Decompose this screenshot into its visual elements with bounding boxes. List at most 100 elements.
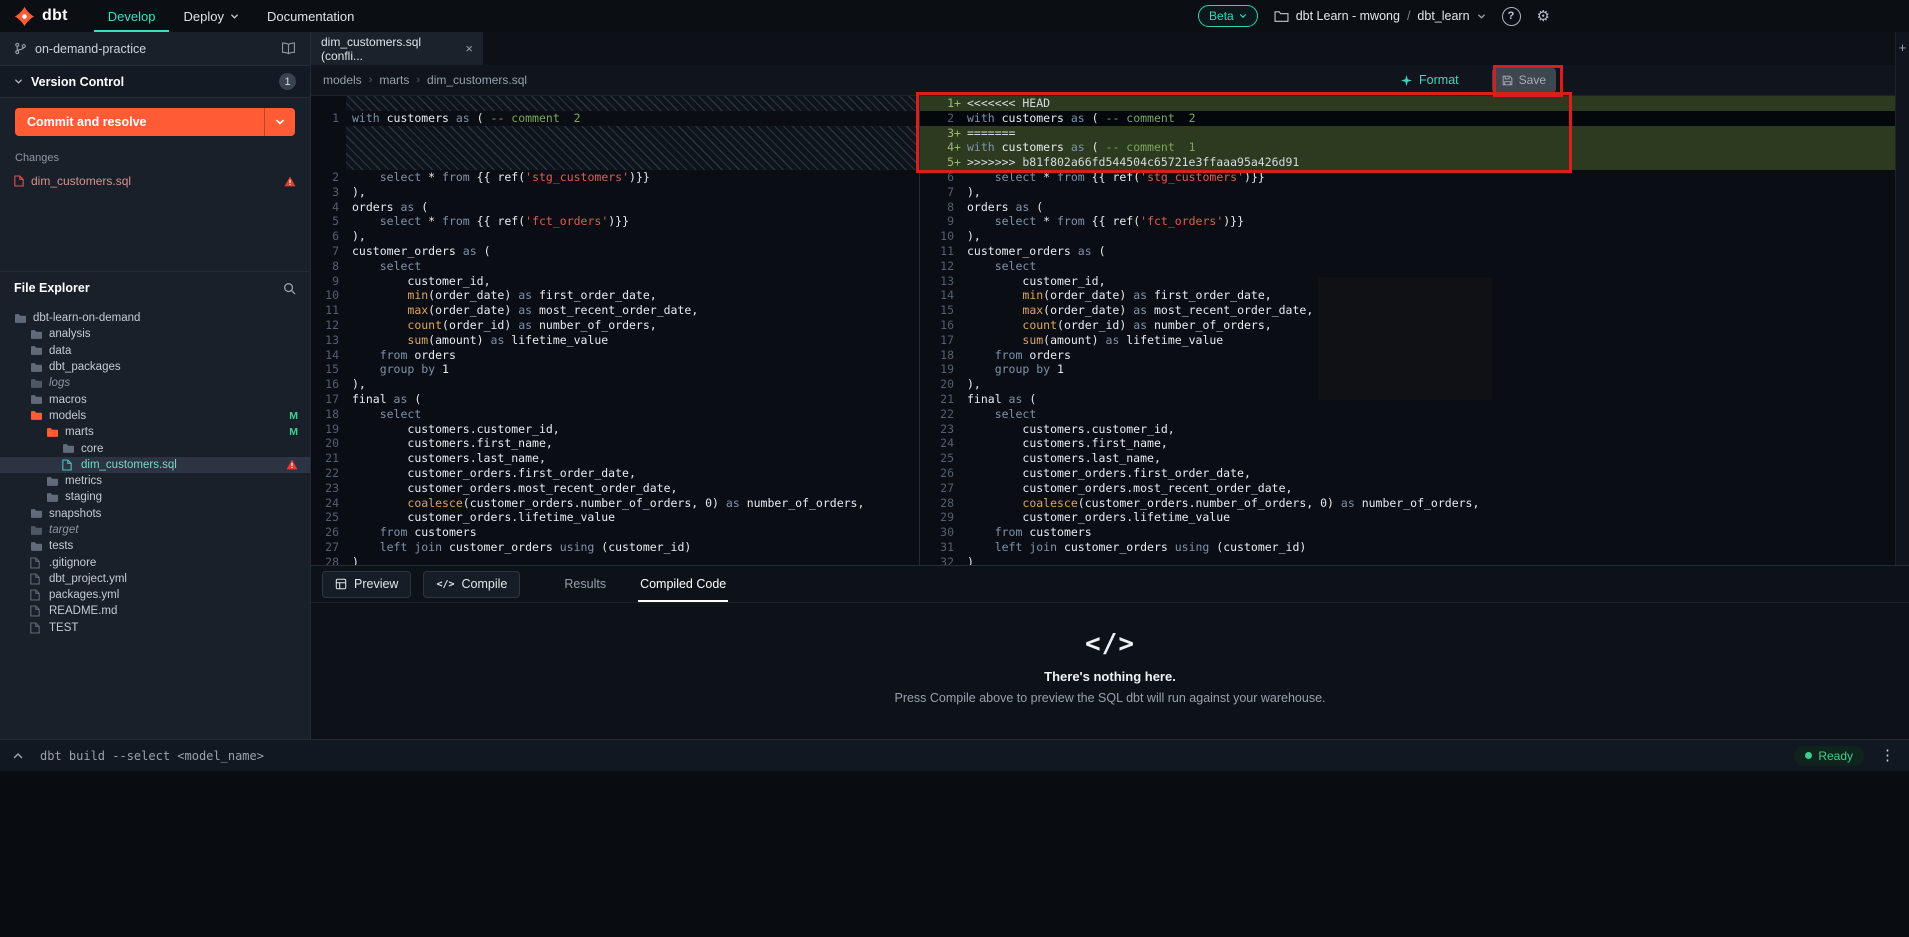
gear-icon[interactable]: ⚙ <box>1537 9 1550 24</box>
code-line[interactable]: 7customer_orders as ( <box>311 244 919 259</box>
git-branch-selector[interactable]: on-demand-practice <box>0 32 310 66</box>
nav-item-documentation[interactable]: Documentation <box>253 0 368 32</box>
code-line[interactable]: 4+with customers as ( -- comment 1 <box>920 140 1895 155</box>
dbt-logo[interactable]: dbt <box>14 6 68 27</box>
code-line[interactable]: 26 customer_orders.first_order_date, <box>920 466 1895 481</box>
tree-item-dbt_project.yml[interactable]: dbt_project.yml <box>0 571 310 587</box>
code-line[interactable]: 12 select <box>920 259 1895 274</box>
tree-item-target[interactable]: target <box>0 522 310 538</box>
code-line[interactable]: 17final as ( <box>311 392 919 407</box>
code-line[interactable]: 21 customers.last_name, <box>311 451 919 466</box>
code-line[interactable]: 24 customers.first_name, <box>920 436 1895 451</box>
tree-item-analysis[interactable]: analysis <box>0 326 310 342</box>
code-line[interactable]: 13 sum(amount) as lifetime_value <box>311 333 919 348</box>
tree-item-core[interactable]: core <box>0 440 310 456</box>
code-line[interactable]: 28) <box>311 555 919 565</box>
tree-item-models[interactable]: modelsM <box>0 408 310 424</box>
tree-item-marts[interactable]: martsM <box>0 424 310 440</box>
nav-item-develop[interactable]: Develop <box>94 0 170 32</box>
code-line[interactable]: 32) <box>920 555 1895 565</box>
tree-item-TEST[interactable]: TEST <box>0 620 310 636</box>
search-icon[interactable] <box>283 282 296 295</box>
command-input[interactable] <box>38 748 742 764</box>
code-line[interactable]: 1+<<<<<<< HEAD <box>920 96 1895 111</box>
code-line[interactable]: 28 coalesce(customer_orders.number_of_or… <box>920 496 1895 511</box>
changed-file-row[interactable]: dim_customers.sql <box>0 170 310 192</box>
left-code-pane[interactable]: 1with customers as ( -- comment 2 2 selec… <box>311 96 920 565</box>
code-line[interactable]: 27 customer_orders.most_recent_order_dat… <box>920 481 1895 496</box>
breadcrumb-file[interactable]: dim_customers.sql <box>427 73 527 87</box>
tree-item-.gitignore[interactable]: .gitignore <box>0 554 310 570</box>
tree-item-tests[interactable]: tests <box>0 538 310 554</box>
code-line[interactable]: 27 left join customer_orders using (cust… <box>311 540 919 555</box>
code-line[interactable]: 8 select <box>311 259 919 274</box>
format-button[interactable]: Format <box>1400 73 1459 87</box>
code-line[interactable]: 2 select * from {{ ref('stg_customers')}… <box>311 170 919 185</box>
code-line[interactable]: 3), <box>311 185 919 200</box>
breadcrumb-models[interactable]: models <box>323 73 362 87</box>
code-line[interactable]: 11customer_orders as ( <box>920 244 1895 259</box>
code-line[interactable]: 23 customer_orders.most_recent_order_dat… <box>311 481 919 496</box>
code-line[interactable]: 1with customers as ( -- comment 2 <box>311 111 919 126</box>
code-line[interactable]: 8orders as ( <box>920 200 1895 215</box>
code-line[interactable]: 6 select * from {{ ref('stg_customers')}… <box>920 170 1895 185</box>
code-line[interactable]: 22 select <box>920 407 1895 422</box>
code-line[interactable]: 25 customers.last_name, <box>920 451 1895 466</box>
breadcrumb-marts[interactable]: marts <box>379 73 409 87</box>
code-line[interactable]: 5+>>>>>>> b81f802a66fd544504c65721e3ffaa… <box>920 155 1895 170</box>
tree-item-packages.yml[interactable]: packages.yml <box>0 587 310 603</box>
code-line[interactable]: 19 customers.customer_id, <box>311 422 919 437</box>
code-line[interactable]: 31 left join customer_orders using (cust… <box>920 540 1895 555</box>
chevron-up-icon[interactable] <box>12 750 24 762</box>
code-line[interactable]: 18 select <box>311 407 919 422</box>
plus-icon[interactable]: + <box>1896 41 1909 54</box>
save-button[interactable]: Save <box>1492 68 1556 93</box>
code-line[interactable]: 22 customer_orders.first_order_date, <box>311 466 919 481</box>
tree-item-logs[interactable]: logs <box>0 375 310 391</box>
beta-badge[interactable]: Beta <box>1198 5 1258 27</box>
code-line[interactable]: 26 from customers <box>311 525 919 540</box>
tab-compiled-code[interactable]: Compiled Code <box>638 566 728 602</box>
code-line[interactable]: 5 select * from {{ ref('fct_orders')}} <box>311 214 919 229</box>
tree-item-metrics[interactable]: metrics <box>0 473 310 489</box>
code-line[interactable]: 30 from customers <box>920 525 1895 540</box>
version-control-header[interactable]: Version Control 1 <box>0 66 310 98</box>
code-line[interactable]: 2with customers as ( -- comment 2 <box>920 111 1895 126</box>
code-line[interactable]: 14 from orders <box>311 348 919 363</box>
code-line[interactable]: 16), <box>311 377 919 392</box>
tree-item-data[interactable]: data <box>0 343 310 359</box>
tree-item-dbt_packages[interactable]: dbt_packages <box>0 359 310 375</box>
account-project-selector[interactable]: dbt Learn - mwong / dbt_learn <box>1274 9 1486 23</box>
code-line[interactable]: 7), <box>920 185 1895 200</box>
code-line[interactable]: 24 coalesce(customer_orders.number_of_or… <box>311 496 919 511</box>
code-line[interactable]: 20 customers.first_name, <box>311 436 919 451</box>
code-line[interactable]: 4orders as ( <box>311 200 919 215</box>
help-icon[interactable]: ? <box>1502 7 1521 26</box>
code-line[interactable]: 9 select * from {{ ref('fct_orders')}} <box>920 214 1895 229</box>
code-line[interactable]: 29 customer_orders.lifetime_value <box>920 510 1895 525</box>
close-icon[interactable]: × <box>457 41 473 56</box>
compile-button[interactable]: </> Compile <box>423 571 520 598</box>
kebab-menu-icon[interactable]: ⋮ <box>1880 748 1895 763</box>
tab-results[interactable]: Results <box>562 566 608 602</box>
code-line[interactable]: 6), <box>311 229 919 244</box>
code-line[interactable]: 10), <box>920 229 1895 244</box>
code-line[interactable]: 23 customers.customer_id, <box>920 422 1895 437</box>
tree-item-snapshots[interactable]: snapshots <box>0 506 310 522</box>
code-line[interactable]: 9 customer_id, <box>311 274 919 289</box>
tree-item-dim_customers.sql[interactable]: dim_customers.sql <box>0 457 310 473</box>
book-icon[interactable] <box>281 42 296 55</box>
commit-and-resolve-button[interactable]: Commit and resolve <box>15 108 295 136</box>
code-line[interactable]: 25 customer_orders.lifetime_value <box>311 510 919 525</box>
tree-item-README.md[interactable]: README.md <box>0 603 310 619</box>
preview-button[interactable]: Preview <box>322 571 411 598</box>
tab-dim-customers[interactable]: dim_customers.sql (confli... × <box>311 32 483 65</box>
tree-item-dbt-learn-on-demand[interactable]: dbt-learn-on-demand <box>0 310 310 326</box>
tree-item-staging[interactable]: staging <box>0 489 310 505</box>
code-line[interactable]: 10 min(order_date) as first_order_date, <box>311 288 919 303</box>
commit-options-caret[interactable] <box>264 108 295 136</box>
code-line[interactable]: 15 group by 1 <box>311 362 919 377</box>
tree-item-macros[interactable]: macros <box>0 391 310 407</box>
code-line[interactable]: 3+======= <box>920 126 1895 141</box>
code-line[interactable]: 11 max(order_date) as most_recent_order_… <box>311 303 919 318</box>
